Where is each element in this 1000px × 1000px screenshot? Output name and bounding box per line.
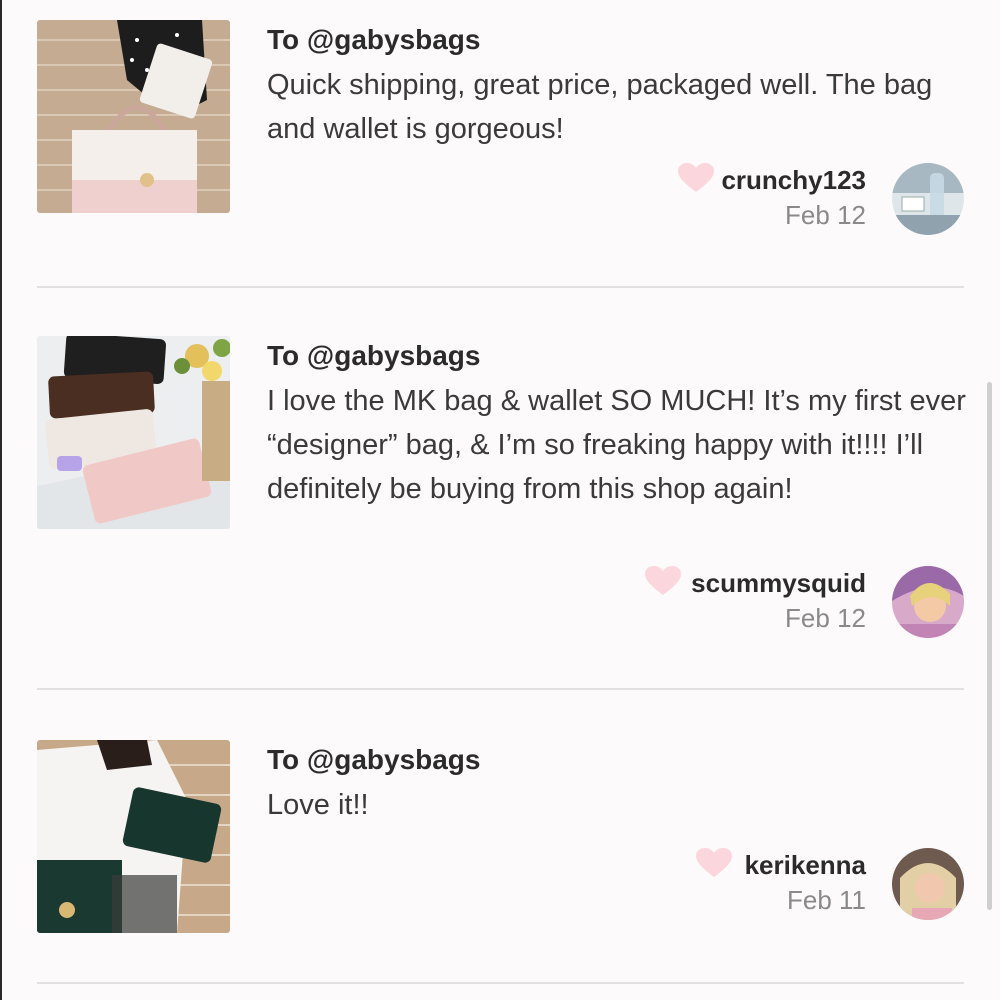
- review-recipient: To @gabysbags: [267, 744, 481, 775]
- review-item: To @gabysbags I love the MK bag & wallet…: [37, 336, 966, 646]
- review-text: I love the MK bag & wallet SO MUCH! It’s…: [267, 385, 966, 505]
- avatar-icon: [892, 566, 964, 638]
- review-author[interactable]: kerikenna: [745, 848, 866, 882]
- user-avatar[interactable]: [892, 163, 964, 235]
- review-photo[interactable]: [37, 20, 230, 213]
- divider: [37, 982, 964, 984]
- product-photo-wallets-icon: [37, 336, 230, 529]
- screen-left-edge: [0, 0, 2, 1000]
- product-photo-green-bag-icon: [37, 740, 230, 933]
- product-photo-tote-and-wallet-icon: [37, 20, 230, 213]
- review-item: To @gabysbags Quick shipping, great pric…: [37, 20, 964, 250]
- review-photo[interactable]: [37, 336, 230, 529]
- user-avatar[interactable]: [892, 848, 964, 920]
- review-item: To @gabysbags Love it!! kerikenna Feb 11: [37, 740, 964, 940]
- divider: [37, 286, 964, 288]
- review-recipient: To @gabysbags: [267, 24, 481, 55]
- review-text: Quick shipping, great price, packaged we…: [267, 69, 933, 145]
- user-avatar[interactable]: [892, 566, 964, 638]
- review-date: Feb 12: [785, 603, 866, 633]
- heart-icon[interactable]: [678, 163, 714, 193]
- review-author[interactable]: scummysquid: [691, 566, 866, 600]
- review-date: Feb 12: [785, 200, 866, 230]
- avatar-icon: [892, 163, 964, 235]
- divider: [37, 688, 964, 690]
- heart-icon[interactable]: [645, 566, 681, 596]
- scrollbar[interactable]: [987, 382, 992, 910]
- heart-icon[interactable]: [696, 848, 732, 878]
- review-meta: crunchy123 Feb 12: [721, 163, 866, 233]
- review-date: Feb 11: [786, 885, 866, 915]
- review-recipient: To @gabysbags: [267, 340, 481, 371]
- avatar-icon: [892, 848, 964, 920]
- review-author[interactable]: crunchy123: [721, 163, 866, 197]
- review-photo[interactable]: [37, 740, 230, 933]
- review-text: Love it!!: [267, 789, 369, 821]
- review-meta: scummysquid Feb 12: [691, 566, 866, 636]
- review-meta: kerikenna Feb 11: [745, 848, 866, 918]
